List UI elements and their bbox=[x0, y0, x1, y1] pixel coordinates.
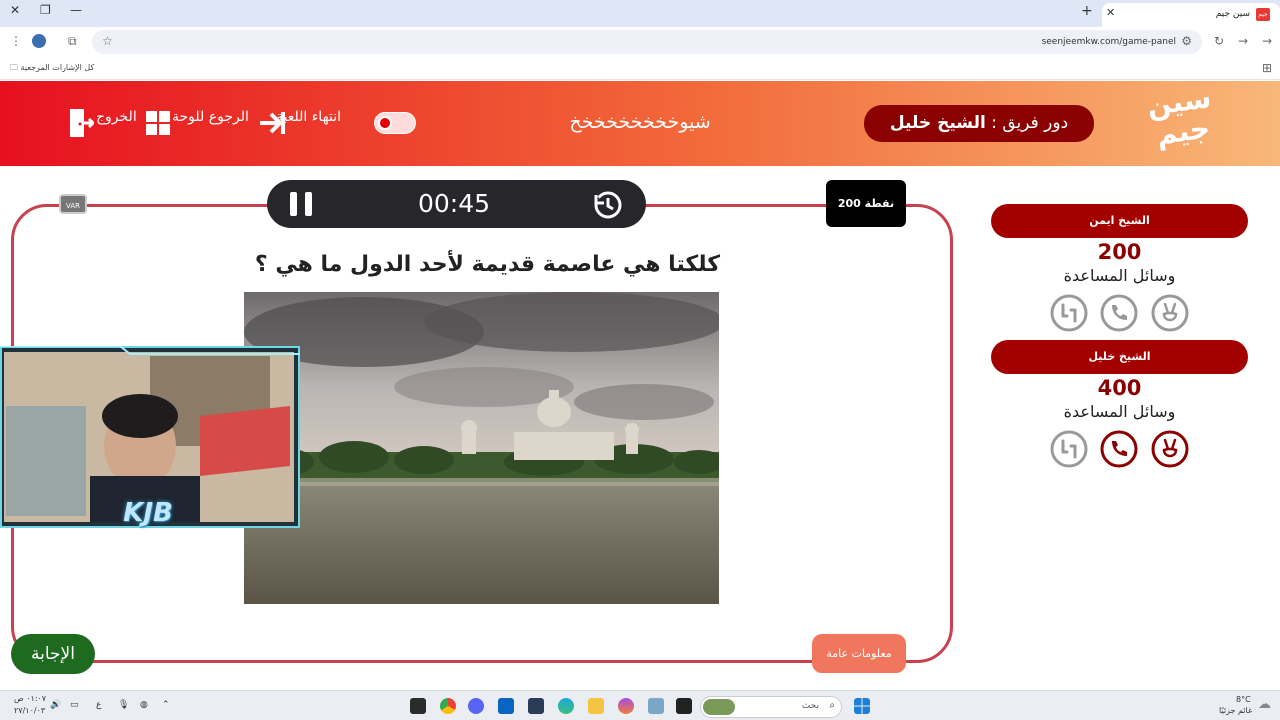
end-game-toggle[interactable] bbox=[374, 112, 416, 134]
address-bar-row: ⋮ ⧉ ☆ ⚙ seenjeemkw.com/game-panel ↻ → → bbox=[0, 27, 1280, 57]
question-text: كلكتا هي عاصمة قديمة لأحد الدول ما هي ؟ bbox=[254, 252, 720, 277]
question-points-badge: 200 نقطة bbox=[826, 180, 906, 227]
turn-team-name: الشيخ خليل bbox=[889, 113, 986, 133]
search-icon: ⌕ bbox=[829, 700, 835, 711]
all-bookmarks-label: كل الإشارات المرجعية bbox=[20, 63, 95, 72]
minimize-window-icon[interactable]: — bbox=[70, 3, 82, 17]
var-button[interactable]: VAR bbox=[59, 194, 87, 214]
phone-icon[interactable] bbox=[1100, 294, 1138, 332]
turn-indicator: دور فريق : الشيخ خليل bbox=[864, 105, 1094, 142]
windows-taskbar: ٠١:٠٧ ص ٢٧/١٠/٠٣ 🔊 ▭ ع 🎙 ◍ ⌃ بحث ⌕ 8°C غ… bbox=[0, 690, 1280, 720]
back-icon[interactable]: → bbox=[1262, 34, 1272, 48]
apps-grid-icon[interactable]: ⊞ bbox=[1262, 61, 1272, 75]
weather-description[interactable]: غائم جزئيًا bbox=[1219, 706, 1252, 715]
tray-app-icon[interactable]: ◍ bbox=[140, 700, 148, 710]
question-image bbox=[244, 292, 719, 604]
discord-icon[interactable] bbox=[468, 698, 484, 714]
board-grid-icon[interactable] bbox=[146, 111, 170, 135]
timer-value: 00:45 bbox=[417, 189, 491, 218]
new-tab-icon[interactable]: + bbox=[1081, 3, 1093, 19]
app-icon-1[interactable] bbox=[410, 698, 426, 714]
weather-cloud-icon[interactable]: ☁ bbox=[1258, 697, 1271, 712]
game-header: سين جيم دور فريق : الشيخ خليل شيوخخخخخخخ… bbox=[0, 81, 1280, 166]
team2-aids-label: وسائل المساعدة bbox=[1063, 402, 1176, 421]
extensions-icon[interactable]: ⧉ bbox=[68, 34, 77, 49]
outlook-icon[interactable] bbox=[498, 698, 514, 714]
tab-favicon-icon: جيم bbox=[1256, 8, 1270, 21]
microphone-icon[interactable]: 🎙 bbox=[118, 700, 129, 710]
two-answers-icon[interactable] bbox=[1050, 430, 1088, 468]
reset-timer-icon[interactable] bbox=[592, 189, 624, 221]
two-answers-icon[interactable] bbox=[1050, 294, 1088, 332]
app-icon-3[interactable] bbox=[676, 698, 692, 714]
restore-window-icon[interactable]: ❐ bbox=[40, 3, 51, 17]
network-icon[interactable]: ▭ bbox=[70, 700, 79, 710]
forward-icon[interactable]: → bbox=[1238, 34, 1248, 48]
browser-tab[interactable]: جيم سين جيم ✕ bbox=[1102, 3, 1280, 27]
copilot-icon[interactable] bbox=[618, 698, 634, 714]
tab-title: سين جيم bbox=[1215, 9, 1250, 19]
menu-dots-icon[interactable]: ⋮ bbox=[10, 34, 22, 48]
logo-line2: جيم bbox=[1154, 111, 1212, 152]
taskbar-search-placeholder: بحث bbox=[801, 701, 819, 711]
team2-name: الشيخ خليل bbox=[991, 340, 1248, 374]
site-settings-icon[interactable]: ⚙ bbox=[1181, 34, 1192, 48]
exit-label[interactable]: الخروج bbox=[96, 109, 137, 125]
file-explorer-icon[interactable] bbox=[588, 698, 604, 714]
profile-avatar[interactable] bbox=[32, 34, 46, 48]
team2-score: 400 bbox=[1097, 376, 1142, 400]
close-window-icon[interactable]: ✕ bbox=[10, 3, 20, 17]
edge-icon[interactable] bbox=[558, 698, 574, 714]
tray-chevron-icon[interactable]: ⌃ bbox=[162, 700, 170, 710]
seen-jeem-logo[interactable]: سين جيم bbox=[1141, 81, 1222, 163]
pause-icon[interactable] bbox=[290, 192, 312, 216]
input-language[interactable]: ع bbox=[96, 700, 101, 710]
search-highlight-image bbox=[703, 699, 735, 715]
peace-hand-icon[interactable] bbox=[1151, 294, 1189, 332]
folder-icon: 🗀 bbox=[10, 63, 21, 72]
kjb-logo: KJB bbox=[123, 498, 173, 528]
peace-hand-icon[interactable] bbox=[1151, 430, 1189, 468]
url-text[interactable]: seenjeemkw.com/game-panel bbox=[1042, 37, 1176, 47]
back-to-board-label[interactable]: الرجوع للوحة bbox=[172, 109, 249, 125]
back-arrow-icon[interactable] bbox=[258, 110, 286, 136]
clock-time[interactable]: ٠١:٠٧ ص bbox=[14, 694, 46, 703]
bookmarks-bar: ⊞ 🗀 كل الإشارات المرجعية bbox=[0, 57, 1280, 80]
answer-button[interactable]: الإجابة bbox=[11, 634, 95, 674]
game-name: شيوخخخخخخخخخ bbox=[569, 111, 711, 133]
volume-icon[interactable]: 🔊 bbox=[50, 700, 61, 710]
reload-icon[interactable]: ↻ bbox=[1214, 34, 1224, 48]
start-icon[interactable] bbox=[854, 698, 870, 714]
browser-tab-bar: ✕ ❐ — + جيم سين جيم ✕ bbox=[0, 0, 1280, 27]
category-button[interactable]: معلومات عامة bbox=[812, 634, 906, 673]
clock-date[interactable]: ٢٧/١٠/٠٣ bbox=[14, 706, 45, 715]
bookmark-star-icon[interactable]: ☆ bbox=[102, 34, 113, 48]
taskbar-search[interactable]: بحث ⌕ bbox=[700, 696, 842, 718]
omnibox[interactable]: ☆ ⚙ bbox=[92, 30, 1202, 54]
team1-aids-label: وسائل المساعدة bbox=[1063, 266, 1176, 285]
chrome-icon[interactable] bbox=[440, 698, 456, 714]
app-icon-2[interactable] bbox=[648, 698, 664, 714]
store-icon[interactable] bbox=[528, 698, 544, 714]
all-bookmarks-link[interactable]: 🗀 كل الإشارات المرجعية bbox=[10, 62, 94, 76]
team1-score: 200 bbox=[1097, 240, 1142, 264]
toggle-knob bbox=[378, 116, 392, 130]
weather-temperature[interactable]: 8°C bbox=[1236, 695, 1251, 704]
tab-close-icon[interactable]: ✕ bbox=[1106, 6, 1115, 19]
phone-icon[interactable] bbox=[1100, 430, 1138, 468]
turn-prefix: دور فريق : bbox=[985, 113, 1069, 133]
exit-door-icon[interactable] bbox=[70, 109, 94, 137]
team1-name: الشيخ ايمن bbox=[991, 204, 1248, 238]
